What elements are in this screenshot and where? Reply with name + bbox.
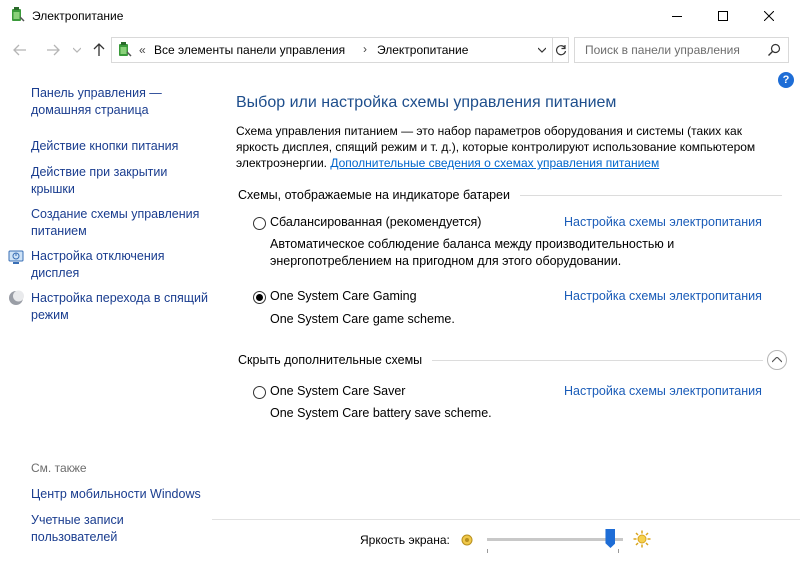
plan-desc-saver: One System Care battery save scheme. <box>270 406 492 420</box>
close-button[interactable] <box>746 0 792 31</box>
power-options-icon <box>12 7 25 22</box>
see-also-heading: См. также <box>31 461 87 475</box>
plan-name-gaming[interactable]: One System Care Gaming <box>270 289 417 303</box>
chevron-up-icon <box>772 357 782 363</box>
up-arrow-icon <box>93 43 105 56</box>
chevron-down-icon <box>73 47 81 53</box>
power-options-icon <box>119 42 132 57</box>
address-bar[interactable]: « Все элементы панели управления › Элект… <box>111 37 569 63</box>
search-icon[interactable] <box>766 42 782 58</box>
refresh-button[interactable] <box>552 38 569 62</box>
sidebar-mobility-center[interactable]: Центр мобильности Windows <box>31 486 211 503</box>
plan-desc-gaming: One System Care game scheme. <box>270 312 455 326</box>
section-shown-plans: Схемы, отображаемые на индикаторе батаре… <box>238 188 510 202</box>
brightness-high-icon <box>633 530 651 548</box>
sidebar-create-plan[interactable]: Создание схемы управления питанием <box>31 206 211 240</box>
plan-desc-balanced: Автоматическое соблюдение баланса между … <box>270 237 675 268</box>
sidebar-power-button-action[interactable]: Действие кнопки питания <box>31 138 211 155</box>
breadcrumb-separator-icon[interactable]: › <box>363 42 367 56</box>
collapse-button[interactable] <box>767 350 787 370</box>
plan-name-balanced[interactable]: Сбалансированная (рекомендуется) <box>270 215 481 229</box>
page-title: Выбор или настройка схемы управления пит… <box>236 94 617 111</box>
brightness-low-icon <box>461 534 473 546</box>
plan-settings-link-saver[interactable]: Настройка схемы электропитания <box>564 384 762 398</box>
sidebar-user-accounts[interactable]: Учетные записи пользователей <box>31 512 161 546</box>
back-button[interactable] <box>11 41 29 59</box>
plan-settings-link-gaming[interactable]: Настройка схемы электропитания <box>564 289 762 303</box>
minimize-button[interactable] <box>654 0 700 31</box>
minimize-icon <box>672 15 682 17</box>
plan-radio-gaming[interactable] <box>253 291 266 304</box>
slider-tick <box>487 549 488 553</box>
bottom-divider <box>212 519 800 520</box>
breadcrumb-all-items[interactable]: Все элементы панели управления <box>154 43 345 57</box>
moon-sleep-icon <box>9 290 24 305</box>
slider-tick <box>618 549 619 553</box>
sidebar-display-off-settings[interactable]: Настройка отключения дисплея <box>31 248 211 282</box>
more-info-link[interactable]: Дополнительные сведения о схемах управле… <box>330 156 659 170</box>
forward-button[interactable] <box>44 41 62 59</box>
search-placeholder[interactable]: Поиск в панели управления <box>585 43 740 57</box>
chevron-down-icon <box>538 47 546 53</box>
recent-locations-button[interactable] <box>68 41 86 59</box>
address-dropdown-button[interactable] <box>532 38 552 62</box>
plan-radio-balanced[interactable] <box>253 217 266 230</box>
refresh-icon <box>555 45 567 56</box>
page-description: Схема управления питанием — это набор па… <box>236 123 781 171</box>
sidebar-lid-close-action[interactable]: Действие при закрытии крышки <box>31 164 211 198</box>
section-hidden-plans[interactable]: Скрыть дополнительные схемы <box>238 353 422 367</box>
back-arrow-icon <box>13 44 26 56</box>
section-divider <box>432 360 763 361</box>
maximize-button[interactable] <box>700 0 746 31</box>
display-power-icon <box>8 250 24 264</box>
sidebar-home-link[interactable]: Панель управления — домашняя страница <box>31 85 211 119</box>
plan-settings-link-balanced[interactable]: Настройка схемы электропитания <box>564 215 762 229</box>
brightness-label: Яркость экрана: <box>360 533 450 547</box>
breadcrumb-overflow[interactable]: « <box>139 43 146 57</box>
plan-radio-saver[interactable] <box>253 386 266 399</box>
up-button[interactable] <box>90 41 108 59</box>
section-divider <box>520 195 782 196</box>
sidebar-sleep-settings[interactable]: Настройка перехода в спящий режим <box>31 290 211 324</box>
plan-name-saver[interactable]: One System Care Saver <box>270 384 405 398</box>
brightness-slider-thumb[interactable] <box>605 529 616 548</box>
breadcrumb-power-options[interactable]: Электропитание <box>377 43 468 57</box>
forward-arrow-icon <box>47 44 60 56</box>
search-box[interactable]: Поиск в панели управления <box>574 37 789 63</box>
title-bar: Электропитание <box>0 0 800 31</box>
maximize-icon <box>718 10 728 21</box>
close-icon <box>764 10 774 21</box>
help-icon[interactable]: ? <box>778 72 794 88</box>
brightness-slider[interactable] <box>487 538 623 541</box>
window-title: Электропитание <box>32 9 124 23</box>
